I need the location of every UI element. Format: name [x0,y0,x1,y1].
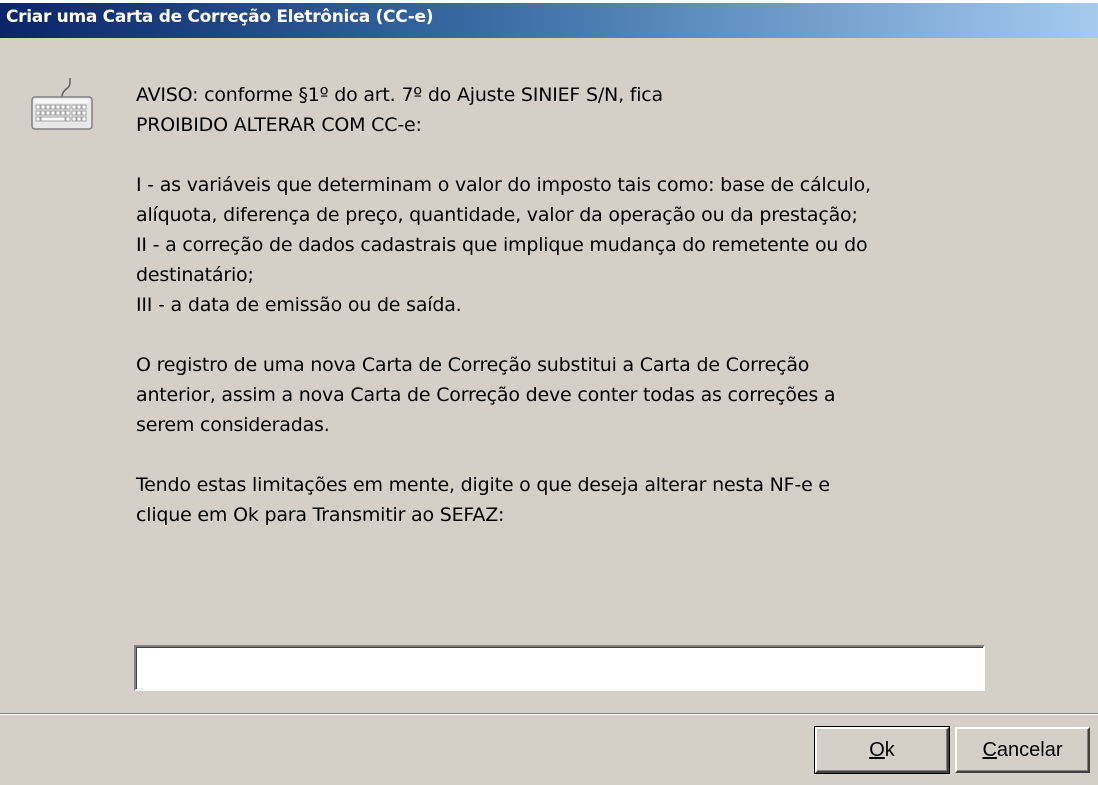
message-line: I - as variáveis que determinam o valor … [136,174,871,196]
ok-mnemonic: O [869,739,885,761]
message-line: PROIBIDO ALTERAR COM CC-e: [136,114,422,136]
message-line: alíquota, diferença de preço, quantidade… [136,204,858,226]
message-line: Tendo estas limitações em mente, digite … [136,474,830,496]
message-line: serem consideradas. [136,414,330,436]
message-line: destinatário; [136,264,254,286]
warning-message: AVISO: conforme §1º do art. 7º do Ajuste… [136,80,1086,530]
cancel-button[interactable]: Cancelar [955,727,1090,773]
message-line: II - a correção de dados cadastrais que … [136,234,868,256]
message-line: O registro de uma nova Carta de Correção… [136,354,810,376]
message-line: anterior, assim a nova Carta de Correção… [136,384,836,406]
dialog-window: Criar uma Carta de Correção Eletrônica (… [0,0,1098,785]
cancel-label: ancelar [996,739,1063,761]
message-line: AVISO: conforme §1º do art. 7º do Ajuste… [136,84,664,106]
footer-separator [0,713,1098,715]
correction-input[interactable] [134,645,985,691]
title-bar[interactable]: Criar uma Carta de Correção Eletrônica (… [0,0,1098,38]
window-title: Criar uma Carta de Correção Eletrônica (… [6,7,434,27]
message-line: III - a data de emissão ou de saída. [136,294,462,316]
ok-label: k [884,739,895,761]
message-line: clique em Ok para Transmitir ao SEFAZ: [136,504,505,526]
keyboard-icon [31,78,93,130]
title-bar-highlight [0,0,1098,3]
ok-button[interactable]: Ok [814,726,950,774]
cancel-mnemonic: C [982,739,997,761]
